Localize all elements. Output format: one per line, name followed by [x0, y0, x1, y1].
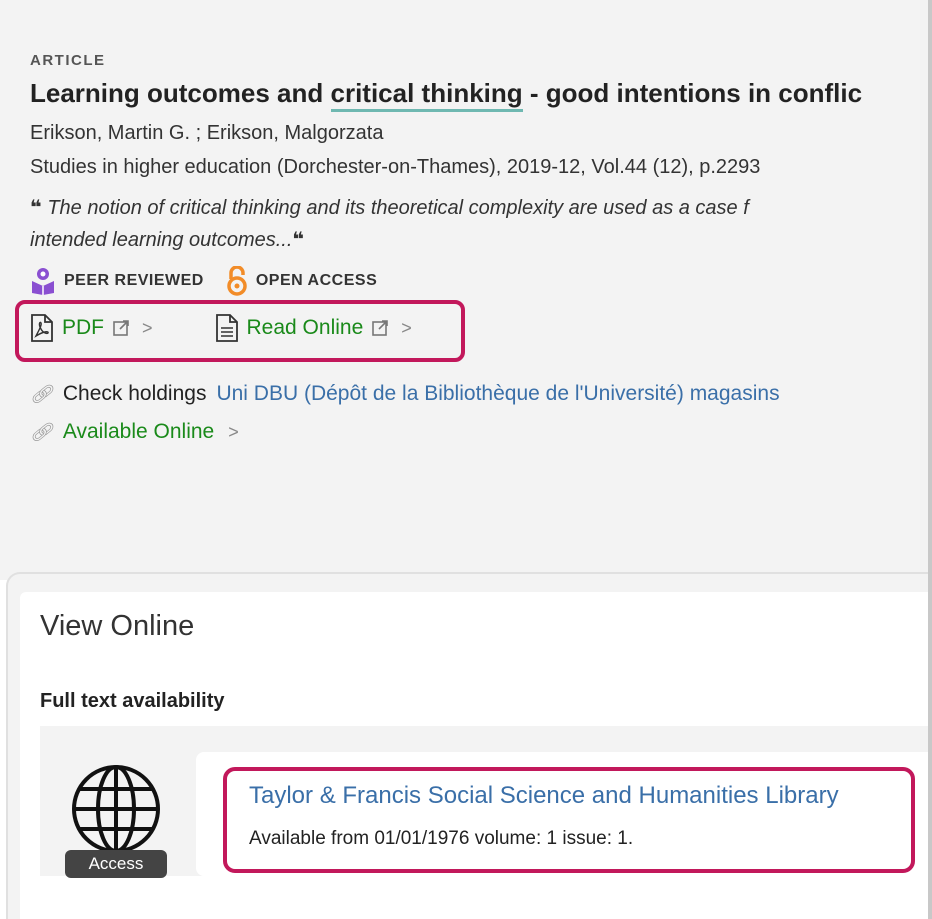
title-part-2: - good intentions in conflic: [522, 78, 863, 108]
pdf-link[interactable]: PDF >: [30, 314, 153, 342]
link-icon: 🔗︎: [30, 383, 53, 404]
chevron-right-icon: >: [401, 317, 412, 338]
pdf-file-icon: [31, 314, 53, 342]
full-text-links: PDF > Read Online >: [30, 314, 412, 342]
quote-close-icon: ❝: [292, 229, 305, 251]
quote-open-icon: ❝: [30, 197, 42, 219]
document-icon: [215, 314, 238, 342]
chevron-right-icon: >: [228, 421, 239, 442]
record-type-label: ARTICLE: [30, 52, 106, 69]
view-online-title: View Online: [40, 610, 195, 642]
open-access-icon: [227, 266, 247, 296]
read-online-link[interactable]: Read Online >: [215, 314, 412, 342]
title-highlight: critical thinking: [330, 78, 523, 112]
page: ARTICLE Learning outcomes and critical t…: [0, 0, 932, 919]
snippet-line-2: intended learning outcomes...: [30, 229, 293, 251]
record-authors: Erikson, Martin G. ; Erikson, Malgorzata: [30, 122, 384, 144]
available-online-link[interactable]: 🔗︎ Available Online >: [30, 420, 239, 444]
link-icon: 🔗︎: [30, 421, 53, 442]
chevron-right-icon: >: [142, 317, 153, 338]
right-edge-divider: [928, 0, 932, 919]
record-title[interactable]: Learning outcomes and critical thinking …: [30, 78, 863, 112]
full-text-availability-heading: Full text availability: [40, 690, 225, 712]
record-snippet: ❝ The notion of critical thinking and it…: [30, 192, 932, 256]
record-card: ARTICLE Learning outcomes and critical t…: [0, 0, 932, 580]
external-link-icon: [372, 320, 389, 336]
peer-reviewed-badge: PEER REVIEWED: [30, 267, 204, 295]
title-part-1: Learning outcomes and: [30, 78, 331, 108]
badges-row: PEER REVIEWED OPEN ACCESS: [30, 266, 377, 296]
globe-icon: [72, 765, 160, 853]
pdf-link-label: PDF: [62, 316, 104, 339]
coverage-text: Available from 01/01/1976 volume: 1 issu…: [249, 828, 634, 849]
provider-link[interactable]: Taylor & Francis Social Science and Huma…: [249, 782, 839, 810]
read-online-label: Read Online: [246, 316, 364, 339]
open-access-badge: OPEN ACCESS: [226, 266, 377, 296]
open-access-label: OPEN ACCESS: [255, 272, 378, 289]
check-holdings-row[interactable]: 🔗︎ Check holdings Uni DBU (Dépôt de la B…: [30, 382, 780, 406]
record-source: Studies in higher education (Dorchester-…: [30, 156, 761, 178]
external-link-icon: [113, 320, 129, 336]
check-holdings-label: Check holdings: [62, 382, 207, 405]
peer-reviewed-label: PEER REVIEWED: [64, 272, 204, 289]
peer-reviewed-icon: [32, 268, 54, 295]
access-badge: Access: [65, 850, 167, 878]
holding-location[interactable]: Uni DBU (Dépôt de la Bibliothèque de l'U…: [216, 382, 779, 406]
snippet-line-1: The notion of critical thinking and its …: [47, 197, 749, 219]
available-online-label: Available Online: [62, 420, 215, 443]
